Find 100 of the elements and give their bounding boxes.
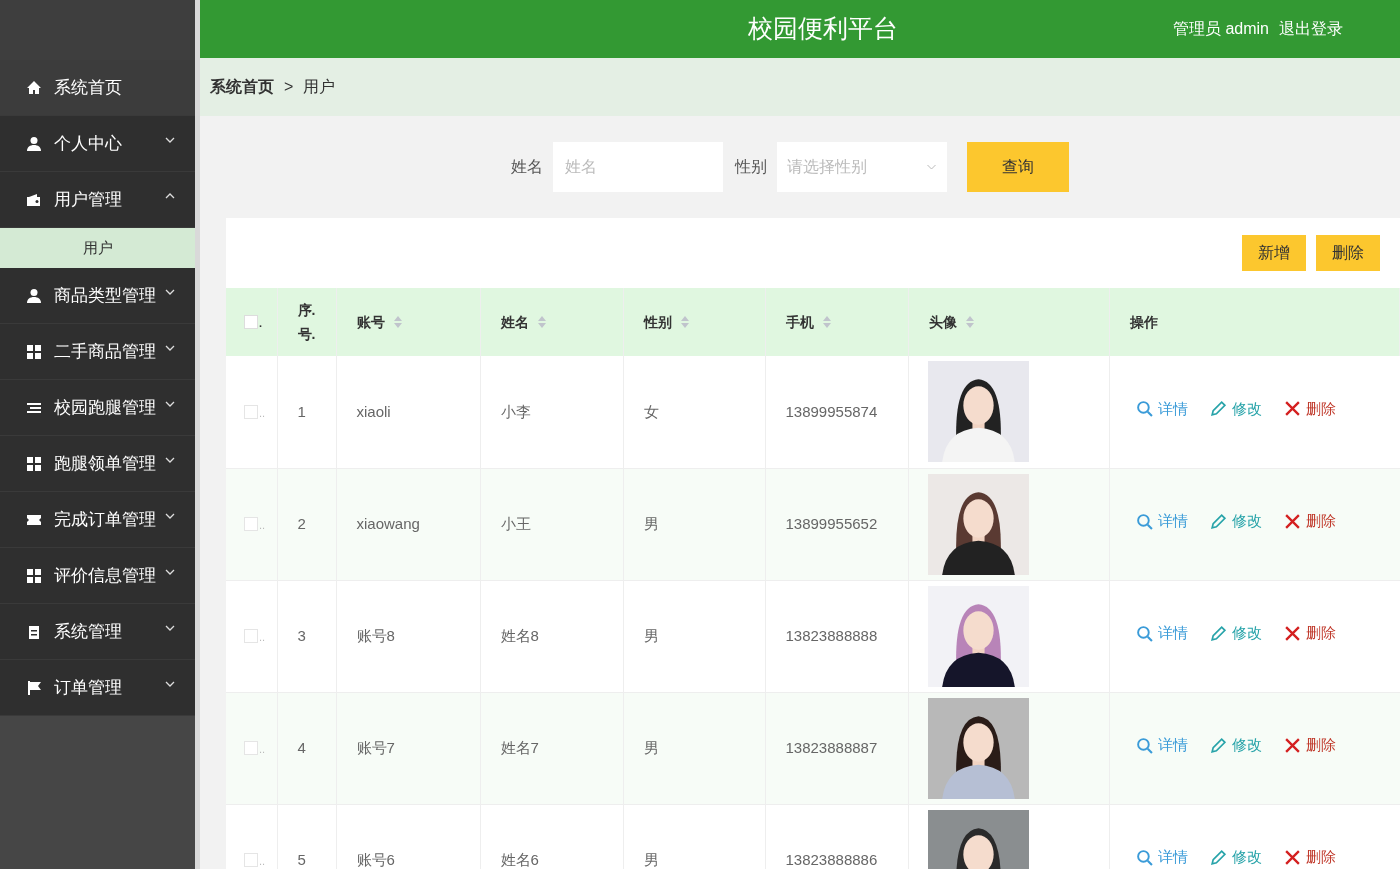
- person-icon: [26, 135, 42, 152]
- table-cell: 女: [643, 402, 659, 420]
- table-cell: 男: [643, 850, 659, 868]
- checkbox-label: ..: [259, 632, 266, 643]
- chevron-icon: [165, 400, 175, 407]
- close-icon: [1283, 400, 1301, 418]
- table-cell: 13823888888: [785, 626, 878, 644]
- delete-link[interactable]: 删除: [1283, 397, 1336, 420]
- table-cell: 5: [297, 850, 306, 868]
- column-label: 账号: [356, 312, 385, 332]
- close-icon: [1283, 848, 1301, 866]
- pencil-icon: [1209, 736, 1227, 754]
- sidebar-item[interactable]: 系统首页: [0, 60, 195, 116]
- search-icon: [1135, 736, 1153, 754]
- checkbox[interactable]: [244, 853, 258, 867]
- table-cell: 1: [297, 402, 306, 420]
- sidebar-item[interactable]: 二手商品管理: [0, 324, 195, 380]
- logout-link[interactable]: 退出登录: [1279, 17, 1343, 41]
- sort-icon[interactable]: [536, 315, 547, 329]
- checkbox[interactable]: [244, 404, 258, 419]
- search-icon: [1135, 624, 1153, 642]
- delete-link[interactable]: 删除: [1283, 845, 1336, 869]
- search-icon: [1135, 848, 1153, 866]
- table-cell: 男: [643, 626, 659, 644]
- checkbox-label: .: [259, 318, 263, 329]
- breadcrumb-link[interactable]: 系统首页: [210, 75, 274, 99]
- table-cell: 2: [297, 514, 306, 532]
- column-label: 序.号.: [297, 301, 316, 344]
- table-cell: 小李: [500, 402, 531, 420]
- sort-icon[interactable]: [679, 315, 690, 329]
- table-cell: 账号7: [356, 738, 395, 756]
- checkbox-label: ..: [259, 407, 266, 419]
- table-cell: 13823888886: [785, 850, 878, 868]
- table-cell: xiaoli: [356, 402, 391, 420]
- sidebar-item[interactable]: 商品类型管理: [0, 268, 195, 324]
- sidebar-item[interactable]: 跑腿领单管理: [0, 436, 195, 492]
- checkbox-label: ..: [259, 856, 266, 867]
- table-cell: 3: [297, 626, 306, 644]
- sidebar-item[interactable]: 完成订单管理: [0, 492, 195, 548]
- add-button[interactable]: 新增: [1242, 235, 1306, 271]
- close-icon: [1283, 512, 1301, 530]
- delete-link[interactable]: 删除: [1283, 733, 1336, 757]
- pencil-icon: [1209, 848, 1227, 866]
- table-cell: 男: [643, 738, 659, 756]
- grid-icon: [26, 567, 42, 584]
- chevron-icon: [165, 456, 175, 463]
- clipboard-icon: [26, 623, 42, 640]
- column-label: 手机: [785, 312, 814, 332]
- chevron-icon: [165, 344, 175, 351]
- sort-icon[interactable]: [821, 315, 832, 329]
- breadcrumb-separator: >: [284, 77, 294, 97]
- delete-link[interactable]: 删除: [1283, 621, 1336, 645]
- search-icon: [1135, 512, 1153, 530]
- column-label: 性别: [643, 312, 672, 332]
- table-cell: 姓名8: [500, 626, 539, 644]
- chevron-icon: [165, 136, 175, 143]
- table-cell: 账号8: [356, 626, 395, 644]
- grid-icon: [26, 455, 42, 472]
- pencil-icon: [1209, 400, 1227, 418]
- chevron-icon: [165, 624, 175, 631]
- checkbox[interactable]: [244, 629, 258, 643]
- name-field[interactable]: 姓名: [553, 142, 723, 192]
- search-icon: [1135, 400, 1153, 418]
- field-label: 性别: [735, 157, 767, 177]
- close-icon: [1283, 736, 1301, 754]
- sidebar-item[interactable]: 系统管理: [0, 604, 195, 660]
- pencil-icon: [1209, 624, 1227, 642]
- table-cell: 男: [643, 514, 659, 532]
- sidebar-item[interactable]: 订单管理: [0, 660, 195, 716]
- checkbox[interactable]: [244, 517, 258, 531]
- breadcrumb-current: 用户: [303, 77, 336, 97]
- sort-icon[interactable]: [392, 315, 403, 329]
- checkbox-label: ..: [259, 520, 266, 531]
- sidebar-item[interactable]: 用户管理: [0, 172, 195, 228]
- chevron-icon: [165, 568, 175, 575]
- table-cell: 小王: [500, 514, 531, 532]
- chevron-icon: [165, 680, 175, 687]
- table-cell: 姓名7: [500, 738, 539, 756]
- sidebar-item[interactable]: 校园跑腿管理: [0, 380, 195, 436]
- table-cell: 13899955874: [785, 402, 878, 420]
- pencil-icon: [1209, 512, 1227, 530]
- submenu-item[interactable]: 用户: [0, 228, 195, 268]
- delete-button[interactable]: 删除: [1316, 235, 1380, 271]
- close-icon: [1283, 624, 1301, 642]
- field-label: 姓名: [511, 157, 543, 177]
- table-cell: 姓名6: [500, 850, 539, 868]
- sidebar-item[interactable]: 评价信息管理: [0, 548, 195, 604]
- sidebar-item[interactable]: 个人中心: [0, 116, 195, 172]
- chevron-icon: [165, 512, 175, 519]
- checkbox[interactable]: [244, 315, 258, 329]
- table-cell: 4: [297, 738, 306, 756]
- table-cell: 账号6: [356, 850, 395, 868]
- delete-link[interactable]: 删除: [1283, 509, 1336, 533]
- table-cell: 13823888887: [785, 738, 878, 756]
- table-cell: xiaowang: [356, 514, 420, 532]
- checkbox[interactable]: [244, 741, 258, 755]
- home-icon: [26, 79, 42, 96]
- search-button[interactable]: 查询: [967, 142, 1069, 192]
- sort-icon[interactable]: [964, 315, 975, 329]
- column-label: 姓名: [500, 312, 529, 332]
